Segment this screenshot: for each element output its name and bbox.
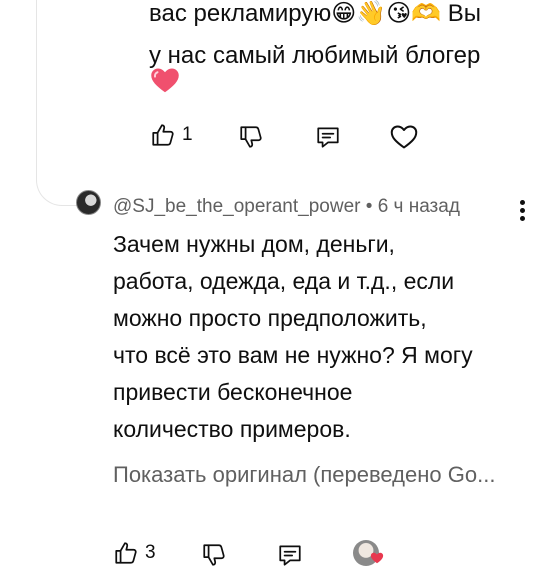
meta-separator: • [365,196,373,217]
reply-icon [317,127,339,148]
thread-connector-line [36,0,98,206]
comment-line-2: работа, одежда, еда и т.д., если [113,268,455,294]
like-button[interactable]: 3 [113,540,156,566]
heart-icon [390,125,418,149]
comment-line-1: Зачем нужны дом, деньги, [113,231,395,257]
like-count: 3 [145,542,156,563]
creator-heart-icon [370,552,384,564]
comment-meta: @SJ_be_the_operant_power • 6 ч назад [113,196,460,218]
thumbs-down-icon [240,126,262,148]
heart-emoji [151,68,179,93]
comment-author[interactable]: @SJ_be_the_operant_power [113,196,360,217]
previous-like-count: 1 [182,124,193,145]
comment-line-6: количество примеров. [113,416,351,442]
comment-line-4: что всё это вам не нужно? Я могу [113,342,473,368]
thumbs-up-icon [152,124,174,146]
reply-icon [279,545,301,566]
thumbs-up-icon [115,542,137,564]
show-original-link[interactable]: Показать оригинал (переведено Go... [113,462,560,488]
previous-dislike-button[interactable] [238,124,264,150]
more-vert-icon[interactable] [518,200,526,226]
previous-heart-button[interactable] [390,124,418,150]
previous-comment-line-1: вас рекламирую😁👋😘🫶 Вы [149,0,482,27]
comment-text: Зачем нужны дом, деньги, работа, одежда,… [113,226,533,448]
comment-time: 6 ч назад [377,196,460,217]
avatar[interactable] [76,190,101,215]
previous-like-button[interactable]: 1 [150,122,193,148]
dislike-button[interactable] [201,542,227,568]
previous-reply-button[interactable] [315,124,341,150]
emoji-sequence: 😁👋😘🫶 [331,0,442,27]
previous-comment-line-2: у нас самый любимый блогер [149,42,481,69]
comment-line-5: привести бесконечное [113,379,353,405]
previous-comment-text: вас рекламирую😁👋😘🫶 Вы у нас самый любимы… [149,0,529,77]
reply-button[interactable] [277,542,303,568]
comment-line-3: можно просто предположить, [113,305,427,331]
thumbs-down-icon [203,544,225,566]
